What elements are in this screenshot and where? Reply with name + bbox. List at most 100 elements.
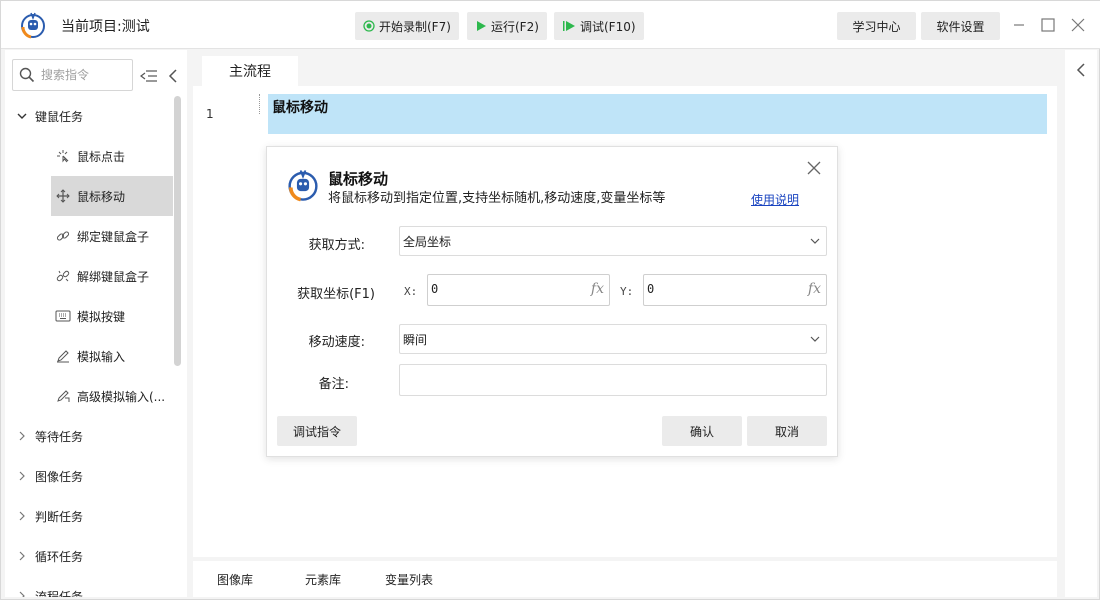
x-label: X: (404, 285, 418, 298)
y-label: Y: (620, 285, 634, 298)
confirm-button[interactable]: 确认 (662, 416, 742, 446)
run-label: 运行(F2) (491, 19, 539, 34)
sidebar-item-label: 解绑键鼠盒子 (77, 269, 150, 284)
tab-variable-list[interactable]: 变量列表 (385, 571, 433, 588)
chevron-left-icon (168, 69, 177, 83)
close-icon (1071, 18, 1085, 32)
search-input[interactable] (41, 68, 127, 82)
note-label: 备注: (318, 377, 349, 392)
mouse-move-dialog: 鼠标移动 将鼠标移动到指定位置,支持坐标随机,移动速度,变量坐标等 使用说明 获… (266, 146, 838, 457)
editor-tab-bar: 主流程 (193, 54, 1057, 86)
category-label: 等待任务 (35, 429, 84, 444)
learning-center-label: 学习中心 (852, 19, 901, 34)
category-loop[interactable]: 循环任务 (5, 536, 175, 576)
keyboard-icon (55, 308, 71, 324)
expand-right-panel-button[interactable] (1073, 62, 1089, 78)
sidebar-item-simulate-input[interactable]: 模拟输入 (51, 336, 173, 376)
advanced-pen-icon (55, 388, 71, 404)
sidebar-item-label: 绑定键鼠盒子 (77, 229, 150, 244)
start-record-button[interactable]: 开始录制(F7) (355, 12, 459, 40)
maximize-button[interactable] (1036, 13, 1060, 37)
sidebar-item-label: 鼠标移动 (77, 189, 126, 204)
x-coordinate-field[interactable]: fx (427, 274, 610, 306)
sidebar-item-bind-box[interactable]: 绑定键鼠盒子 (51, 216, 173, 256)
sidebar-item-label: 高级模拟输入(... (77, 389, 166, 404)
chevron-down-icon (810, 336, 820, 342)
acquire-mode-label: 获取方式: (308, 238, 365, 253)
close-icon (807, 161, 821, 175)
tab-main-flow[interactable]: 主流程 (202, 56, 298, 86)
sidebar-item-unbind-box[interactable]: 解绑键鼠盒子 (51, 256, 173, 296)
close-window-button[interactable] (1066, 13, 1090, 37)
chevron-right-icon (15, 589, 29, 597)
collapse-sidebar-button[interactable] (164, 67, 182, 85)
dialog-description: 将鼠标移动到指定位置,支持坐标随机,移动速度,变量坐标等 (328, 191, 666, 206)
category-label: 判断任务 (35, 509, 84, 524)
category-label: 键鼠任务 (35, 109, 84, 124)
x-coordinate-input[interactable] (431, 282, 581, 296)
app-logo-icon (288, 170, 318, 202)
speed-select[interactable]: 瞬间 (399, 324, 827, 354)
sidebar-item-advanced-input[interactable]: 高级模拟输入(... (51, 376, 173, 416)
dialog-close-button[interactable] (805, 159, 823, 177)
fx-icon[interactable]: fx (808, 281, 821, 297)
debug-button[interactable]: 调试(F10) (554, 12, 644, 40)
software-settings-label: 软件设置 (936, 19, 985, 34)
pen-icon (55, 348, 71, 364)
category-wait[interactable]: 等待任务 (5, 416, 175, 456)
learning-center-button[interactable]: 学习中心 (837, 12, 916, 40)
category-flow[interactable]: 流程任务 (5, 576, 175, 597)
collapse-all-button[interactable] (140, 67, 158, 85)
acquire-mode-select[interactable]: 全局坐标 (399, 226, 827, 256)
tab-label: 主流程 (229, 64, 271, 80)
y-coordinate-field[interactable]: fx (643, 274, 827, 306)
sidebar-item-mouse-click[interactable]: 鼠标点击 (51, 136, 173, 176)
sidebar-scrollbar[interactable] (174, 96, 181, 366)
cancel-button[interactable]: 取消 (747, 416, 827, 446)
chevron-right-icon (15, 429, 29, 443)
sidebar-item-simulate-key[interactable]: 模拟按键 (51, 296, 173, 336)
chevron-right-icon (15, 549, 29, 563)
collapse-list-icon (140, 70, 157, 82)
speed-value: 瞬间 (403, 332, 428, 347)
app-logo-icon (21, 12, 45, 39)
unlink-icon (55, 268, 71, 284)
flow-step-label: 鼠标移动 (272, 100, 328, 116)
note-input[interactable] (400, 365, 826, 395)
title-bar: 当前项目:测试 开始录制(F7) 运行(F2) 调试(F10) 学习中心 软件设… (1, 1, 1100, 49)
category-label: 图像任务 (35, 469, 84, 484)
category-label: 流程任务 (35, 589, 84, 598)
dialog-title: 鼠标移动 (328, 170, 389, 188)
category-mouse-keyboard[interactable]: 键鼠任务 (5, 96, 175, 136)
play-icon (475, 20, 487, 32)
minimize-button[interactable] (1007, 13, 1031, 37)
tab-image-library[interactable]: 图像库 (217, 571, 253, 588)
tab-element-library[interactable]: 元素库 (305, 571, 341, 588)
debug-label: 调试(F10) (580, 19, 636, 34)
flow-step[interactable]: 鼠标移动 (268, 94, 1047, 134)
category-condition[interactable]: 判断任务 (5, 496, 175, 536)
search-box[interactable] (12, 59, 133, 91)
mouse-move-icon (55, 188, 71, 204)
debug-command-button[interactable]: 调试指令 (277, 416, 357, 446)
chevron-right-icon (15, 469, 29, 483)
help-link[interactable]: 使用说明 (751, 191, 799, 208)
fx-icon[interactable]: fx (591, 281, 604, 297)
software-settings-button[interactable]: 软件设置 (921, 12, 1000, 40)
run-button[interactable]: 运行(F2) (467, 12, 547, 40)
project-title: 当前项目:测试 (61, 19, 150, 35)
category-image[interactable]: 图像任务 (5, 456, 175, 496)
debug-play-icon (562, 20, 576, 32)
sidebar-item-label: 模拟输入 (77, 349, 126, 364)
mouse-click-icon (55, 148, 71, 164)
note-field[interactable] (399, 364, 827, 396)
indent-guide (259, 94, 260, 114)
coords-label: 获取坐标(F1) (297, 287, 375, 302)
start-record-label: 开始录制(F7) (379, 19, 451, 34)
speed-label: 移动速度: (308, 335, 365, 350)
maximize-icon (1041, 18, 1055, 32)
sidebar-item-mouse-move[interactable]: 鼠标移动 (51, 176, 173, 216)
y-coordinate-input[interactable] (647, 282, 797, 296)
search-icon (19, 67, 35, 83)
acquire-mode-value: 全局坐标 (403, 234, 452, 249)
